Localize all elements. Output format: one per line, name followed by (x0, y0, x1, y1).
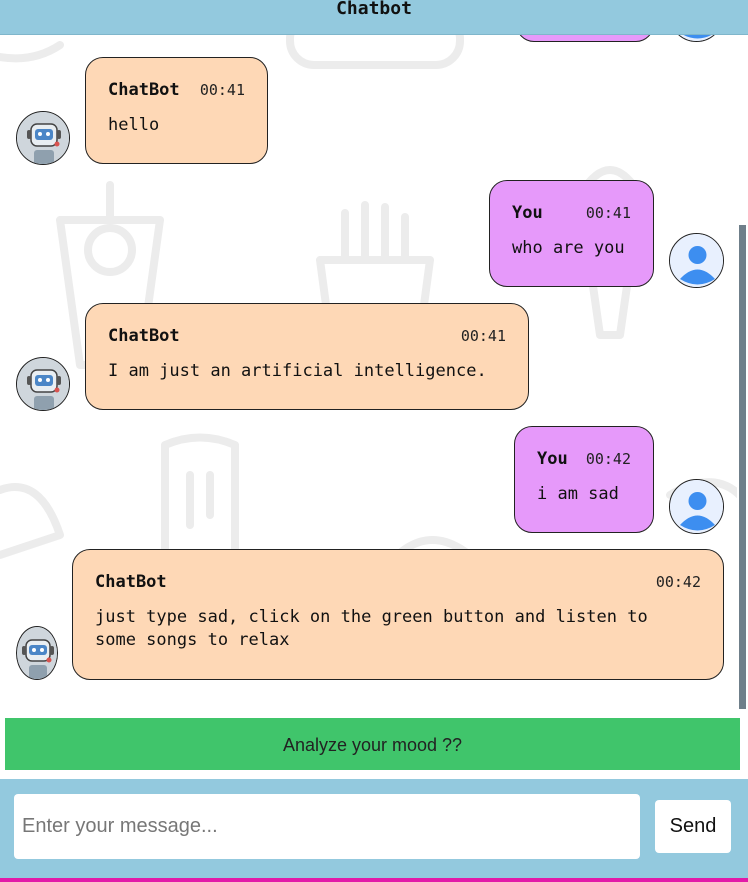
message-meta: You 00:42 (537, 449, 631, 469)
chat-message-list[interactable]: ChatBot 00:41 hello You 00:41 who are yo… (0, 35, 748, 709)
bot-avatar (16, 357, 70, 411)
message-text: I am just an artificial intelligence. (108, 361, 487, 381)
message-time: 00:41 (585, 204, 631, 222)
bottom-accent-line (0, 878, 748, 882)
message-text: hello (108, 115, 160, 135)
user-avatar-icon (670, 480, 723, 533)
message-meta: ChatBot 00:41 (108, 80, 245, 100)
message-time: 00:41 (460, 327, 506, 345)
message-sender: ChatBot (95, 572, 167, 592)
message-text: i am sad (537, 484, 619, 504)
chatbot-app: Chatbot ChatBot 00:41 hello You 00:41 wh… (0, 0, 748, 882)
chat-scrollbar-thumb[interactable] (739, 225, 746, 709)
bot-avatar (16, 626, 58, 680)
bot-message-bubble: ChatBot 00:41 I am just an artificial in… (85, 303, 529, 410)
message-sender: ChatBot (108, 80, 180, 100)
message-meta: ChatBot 00:41 (108, 326, 506, 346)
message-text: just type sad, click on the green button… (95, 607, 648, 650)
message-composer: Send (0, 779, 748, 878)
message-text: who are you (512, 238, 625, 258)
header-bar: Chatbot (0, 0, 748, 35)
user-avatar (669, 233, 724, 288)
message-sender: You (512, 203, 543, 223)
robot-avatar-icon (17, 627, 57, 679)
message-sender: You (537, 449, 568, 469)
user-message-bubble: You 00:41 who are you (489, 180, 654, 287)
user-avatar (669, 479, 724, 534)
user-message-bubble-partial (516, 35, 654, 42)
bot-message-bubble: ChatBot 00:41 hello (85, 57, 268, 164)
robot-avatar-icon (17, 112, 69, 164)
send-button[interactable]: Send (655, 800, 731, 853)
user-avatar-icon (670, 234, 723, 287)
message-time: 00:41 (199, 81, 245, 99)
user-message-bubble: You 00:42 i am sad (514, 426, 654, 533)
message-sender: ChatBot (108, 326, 180, 346)
page-title: Chatbot (336, 0, 412, 19)
bot-message-bubble: ChatBot 00:42 just type sad, click on th… (72, 549, 724, 680)
bot-avatar (16, 111, 70, 165)
message-meta: You 00:41 (512, 203, 631, 223)
message-time: 00:42 (585, 450, 631, 468)
analyze-mood-button[interactable]: Analyze your mood ?? (5, 718, 740, 770)
message-time: 00:42 (655, 573, 701, 591)
message-meta: ChatBot 00:42 (95, 572, 701, 592)
robot-avatar-icon (17, 358, 69, 410)
message-input[interactable] (14, 794, 640, 859)
